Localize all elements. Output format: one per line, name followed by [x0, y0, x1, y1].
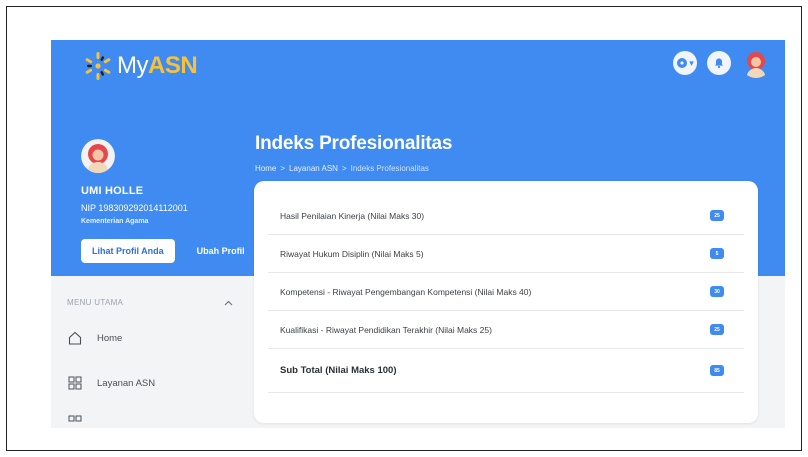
- score-badge: 5: [710, 248, 724, 259]
- subtotal-badge: 85: [710, 365, 724, 376]
- breadcrumb-home[interactable]: Home: [255, 164, 276, 173]
- profile-panel: UMI HOLLE NIP 198309292014112001 Kemente…: [81, 139, 245, 263]
- index-row: Hasil Penilaian Kinerja (Nilai Maks 30) …: [268, 197, 744, 235]
- index-row: Riwayat Hukum Disiplin (Nilai Maks 5) 5: [268, 235, 744, 273]
- grid-icon: [68, 415, 82, 422]
- chevron-up-icon: [224, 300, 233, 305]
- home-icon: [68, 331, 82, 345]
- profile-actions: Lihat Profil Anda Ubah Profil: [81, 239, 245, 263]
- myasn-logo[interactable]: MyASN: [81, 48, 198, 84]
- breadcrumb-separator: >: [341, 164, 347, 173]
- myasn-logo-mark-icon: [81, 49, 115, 83]
- brand-prefix: My: [117, 52, 149, 79]
- score-badge: 30: [710, 286, 724, 297]
- edit-profile-button[interactable]: Ubah Profil: [197, 246, 245, 256]
- sidebar-item-partial[interactable]: [67, 414, 97, 428]
- index-card: Hasil Penilaian Kinerja (Nilai Maks 30) …: [254, 181, 758, 423]
- chevron-down-icon: ▾: [689, 57, 694, 68]
- menu-section-header[interactable]: MENU UTAMA: [67, 298, 233, 307]
- app-window: MyASN ▾ UMI HOLLE NIP 198309292014112001…: [51, 40, 785, 428]
- score-badge: 25: [710, 210, 724, 221]
- sidebar: MENU UTAMA Home Layanan ASN: [51, 276, 251, 428]
- page-header: Indeks Profesionalitas Home > Layanan AS…: [255, 133, 452, 173]
- sidebar-item-label: Layanan ASN: [97, 377, 156, 389]
- index-row: Kualifikasi - Riwayat Pendidikan Terakhi…: [268, 311, 744, 349]
- brand-suffix: ASN: [148, 52, 198, 79]
- sidebar-item-layanan-asn[interactable]: Layanan ASN: [67, 375, 155, 391]
- breadcrumb-separator: >: [280, 164, 286, 173]
- menu-section-label: MENU UTAMA: [67, 298, 124, 307]
- bell-icon: [715, 58, 723, 69]
- user-avatar[interactable]: [741, 48, 771, 78]
- page-title: Indeks Profesionalitas: [255, 133, 453, 154]
- breadcrumb: Home > Layanan ASN > Indeks Profesionali…: [255, 164, 452, 173]
- breadcrumb-current: Indeks Profesionalitas: [350, 164, 429, 173]
- index-row-label: Hasil Penilaian Kinerja (Nilai Maks 30): [280, 210, 425, 221]
- profile-nip: NIP 198309292014112001: [81, 203, 188, 213]
- header-actions: ▾: [673, 48, 771, 78]
- subtotal-row: Sub Total (Nilai Maks 100) 85: [268, 349, 744, 393]
- notification-button[interactable]: [707, 51, 731, 75]
- subtotal-label: Sub Total (Nilai Maks 100): [280, 365, 397, 376]
- score-badge: 25: [710, 324, 724, 335]
- sidebar-item-home[interactable]: Home: [67, 330, 122, 346]
- profile-avatar: [81, 139, 115, 173]
- myasn-wordmark: MyASN: [117, 52, 198, 80]
- breadcrumb-layanan-asn[interactable]: Layanan ASN: [289, 164, 338, 173]
- help-menu-button[interactable]: ▾: [673, 51, 697, 75]
- sidebar-item-label: Home: [97, 332, 123, 344]
- profile-agency: Kementerian Agama: [81, 218, 149, 225]
- index-row-label: Kompetensi - Riwayat Pengembangan Kompet…: [280, 286, 532, 297]
- grid-icon: [68, 376, 82, 390]
- screenshot-frame: MyASN ▾ UMI HOLLE NIP 198309292014112001…: [6, 6, 802, 451]
- profile-name: UMI HOLLE: [81, 185, 144, 197]
- index-row-label: Riwayat Hukum Disiplin (Nilai Maks 5): [280, 248, 424, 259]
- index-row-label: Kualifikasi - Riwayat Pendidikan Terakhi…: [280, 324, 492, 335]
- view-profile-button[interactable]: Lihat Profil Anda: [81, 239, 175, 263]
- help-icon: [677, 58, 688, 68]
- index-row: Kompetensi - Riwayat Pengembangan Kompet…: [268, 273, 744, 311]
